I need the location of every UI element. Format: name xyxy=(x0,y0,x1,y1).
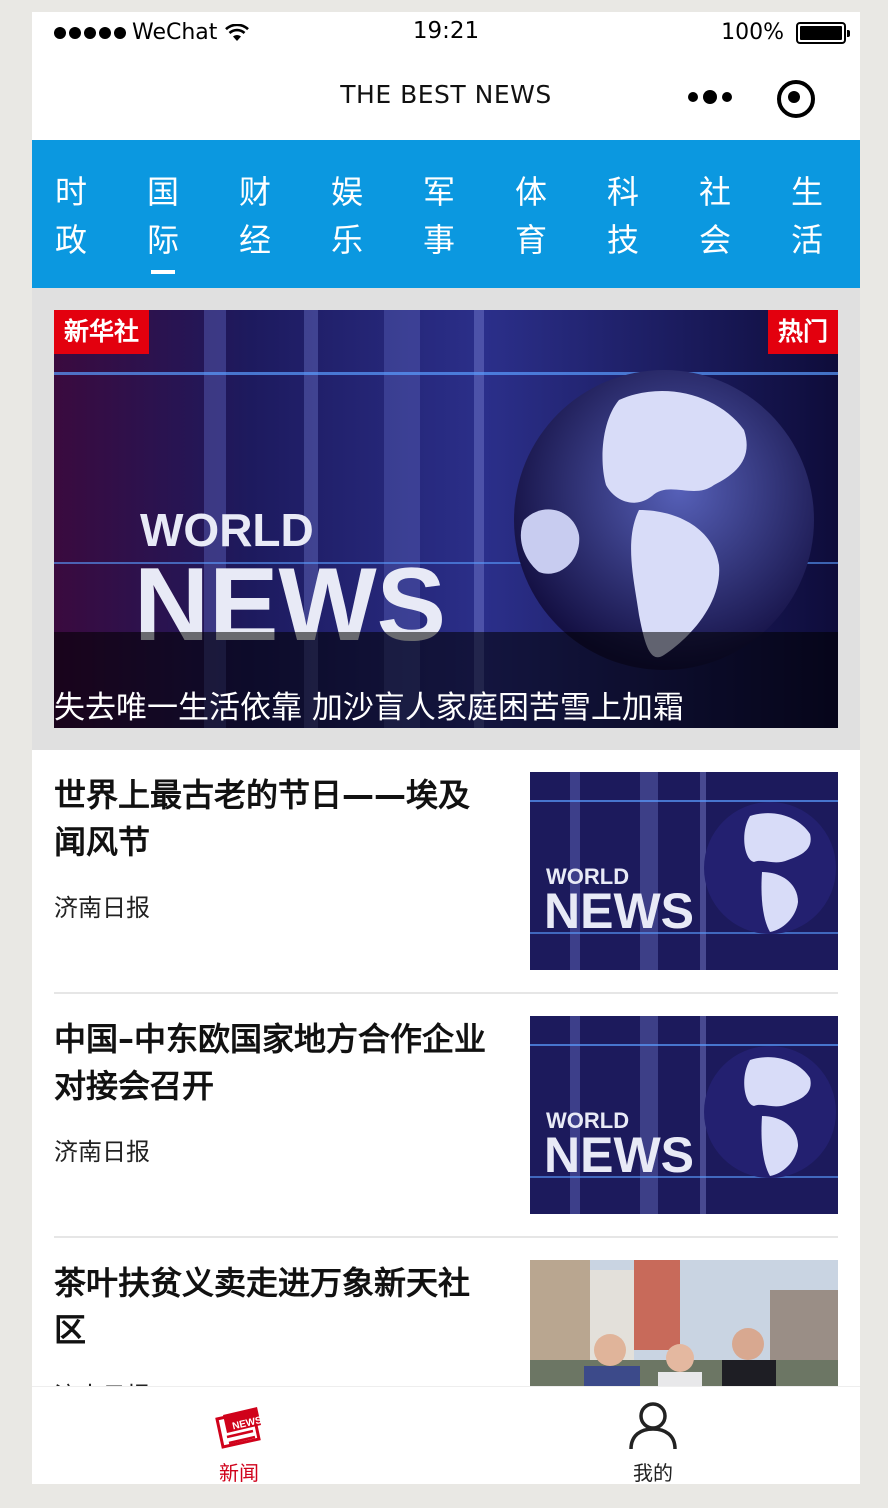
banner-headline: 失去唯一生活依靠 加沙盲人家庭困苦雪上加霜 xyxy=(54,690,684,726)
news-list-item[interactable]: 茶叶扶贫义卖走进万象新天社区 济南日报 xyxy=(54,1238,838,1386)
tab-military[interactable]: 军 事 xyxy=(419,168,459,264)
thumb-text-bottom: NEWS xyxy=(544,1127,694,1183)
hot-badge: 热门 xyxy=(767,310,838,354)
news-source: 济南日报 xyxy=(54,1138,150,1166)
news-source: 济南日报 xyxy=(54,894,150,922)
news-feed[interactable]: WORLD NEWS 新华社 热门 失去唯一生活依靠 加沙盲人家庭困苦雪上加霜 … xyxy=(32,288,860,1386)
tab-society[interactable]: 社 会 xyxy=(695,168,735,264)
tabbar-item-mine[interactable]: 我的 xyxy=(446,1387,860,1484)
tab-label-top: 娱 xyxy=(330,173,363,211)
tab-life[interactable]: 生 活 xyxy=(787,168,827,264)
status-right: 100% xyxy=(721,20,850,45)
phone-screen: WeChat 19:21 100% THE BEST NEWS 时 政 国 际 xyxy=(32,12,860,1484)
news-title: 茶叶扶贫义卖走进万象新天社区 xyxy=(54,1264,471,1349)
news-thumbnail: WORLD NEWS xyxy=(530,772,838,970)
tabbar-label-news: 新闻 xyxy=(219,1461,259,1484)
banner-section: WORLD NEWS 新华社 热门 失去唯一生活依靠 加沙盲人家庭困苦雪上加霜 xyxy=(32,288,860,750)
tab-politics[interactable]: 时 政 xyxy=(51,168,91,264)
tab-entertainment[interactable]: 娱 乐 xyxy=(327,168,367,264)
tab-label-bottom: 事 xyxy=(422,221,455,259)
tab-finance[interactable]: 财 经 xyxy=(235,168,275,264)
banner-caption-bar: 失去唯一生活依靠 加沙盲人家庭困苦雪上加霜 xyxy=(54,632,838,728)
banner-card[interactable]: WORLD NEWS 新华社 热门 失去唯一生活依靠 加沙盲人家庭困苦雪上加霜 xyxy=(54,310,838,728)
tab-label-bottom: 经 xyxy=(238,221,271,259)
tab-label-bottom: 乐 xyxy=(330,221,363,259)
news-title: 中国–中东欧国家地方合作企业对接会召开 xyxy=(54,1020,487,1105)
tab-label-top: 财 xyxy=(238,173,271,211)
user-profile-icon xyxy=(627,1401,679,1451)
more-options-icon[interactable] xyxy=(688,90,732,104)
close-mini-program-icon[interactable] xyxy=(777,80,815,118)
battery-icon xyxy=(796,21,850,44)
tab-label-top: 时 xyxy=(54,173,87,211)
news-title: 世界上最古老的节日——埃及闻风节 xyxy=(54,776,471,861)
tab-label-bottom: 会 xyxy=(698,221,731,259)
thumb-text-bottom: NEWS xyxy=(544,883,694,939)
tab-label-top: 国 xyxy=(146,173,179,211)
news-list-item[interactable]: 中国–中东欧国家地方合作企业对接会召开 济南日报 WORLD NEWS xyxy=(54,994,838,1238)
news-source: 济南日报 xyxy=(54,1376,150,1386)
tab-label-bottom: 育 xyxy=(514,221,547,259)
tab-sports[interactable]: 体 育 xyxy=(511,168,551,264)
tab-international[interactable]: 国 际 xyxy=(143,168,183,274)
tabbar-item-news[interactable]: NEWS 新闻 xyxy=(32,1387,446,1484)
category-tabs: 时 政 国 际 财 经 娱 乐 军 事 体 育 科 技 社 会 生 活 xyxy=(32,140,860,288)
tab-technology[interactable]: 科 技 xyxy=(603,168,643,264)
tab-label-top: 军 xyxy=(422,173,455,211)
tab-label-bottom: 技 xyxy=(606,221,639,259)
tab-label-top: 生 xyxy=(790,173,823,211)
tab-label-top: 社 xyxy=(698,173,731,211)
tabbar-label-mine: 我的 xyxy=(633,1461,673,1484)
news-thumbnail: WORLD NEWS xyxy=(530,1016,838,1214)
nav-bar: THE BEST NEWS xyxy=(32,54,860,140)
tab-label-bottom: 活 xyxy=(790,221,823,259)
page-title: THE BEST NEWS xyxy=(340,80,552,109)
battery-percent: 100% xyxy=(721,20,784,45)
bottom-tab-bar: NEWS 新闻 我的 xyxy=(32,1386,860,1484)
news-list-item[interactable]: 世界上最古老的节日——埃及闻风节 济南日报 WORLD NEWS xyxy=(54,750,838,994)
newspaper-icon: NEWS xyxy=(213,1401,265,1451)
tab-label-top: 科 xyxy=(606,173,639,211)
status-bar: WeChat 19:21 100% xyxy=(32,12,860,54)
tab-label-bottom: 际 xyxy=(146,221,179,259)
tab-label-bottom: 政 xyxy=(54,221,87,259)
source-tag: 新华社 xyxy=(54,310,150,354)
news-thumbnail xyxy=(530,1260,838,1386)
tab-label-top: 体 xyxy=(514,173,547,211)
